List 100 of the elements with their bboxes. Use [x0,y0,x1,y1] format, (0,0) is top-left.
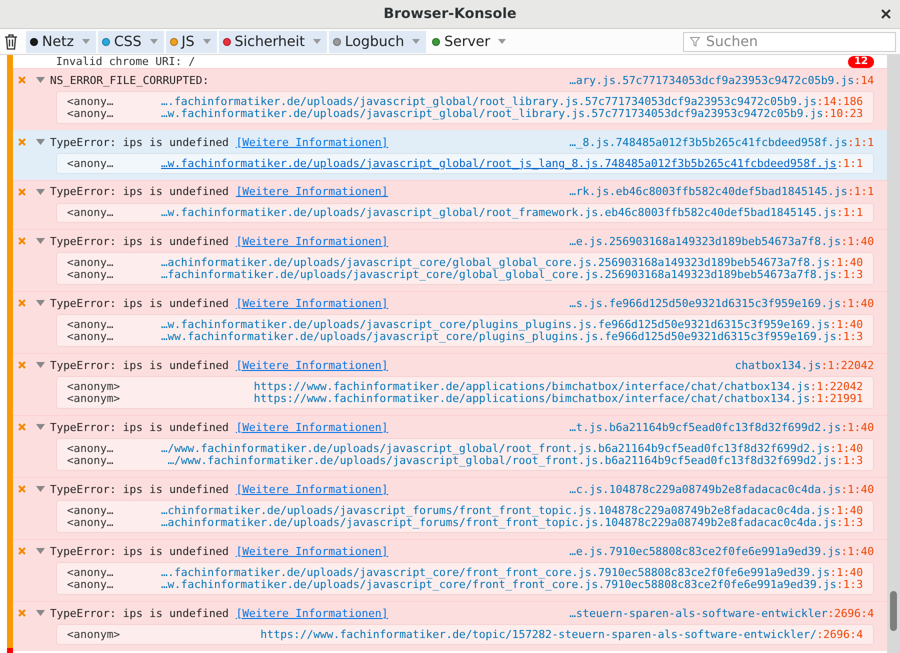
function-name: <anony… [67,516,114,530]
error-icon [18,485,26,493]
message-row[interactable] [13,539,887,601]
frame-link[interactable]: …/www.fachinformatiker.de/uploads/javascript_global/root_front.js.b6a21164b9cf5ead0fc13f8d32f699d2.js:1:3 [168,454,863,468]
error-icon [18,237,26,245]
caret-icon [82,39,90,44]
frame-link[interactable]: …achinformatiker.de/uploads/javascript_forums/front_front_topic.js.104878c229a08749b2e8fadacac0c4da.js:1:3 [160,516,863,530]
expand-arrow-icon[interactable] [36,424,45,430]
source-link[interactable]: …t.js.b6a21164b9cf5ead0fc13f8d32f699d2.js:1:40 [569,420,874,434]
filter-button[interactable]: Logbuch [328,30,426,52]
expand-arrow-icon[interactable] [36,486,45,492]
caret-icon [412,39,420,44]
frame-link[interactable]: ….fachinformatiker.de/uploads/javascript_core/front_front_core.js.7910ec58808c83ce2f0fe6e991a9ed39.js:1:40 [160,566,863,579]
message-row[interactable] [13,130,887,180]
message-row[interactable]: TypeError: ips is undefined [Weitere Informationen] …steuern-sparen-als-software-entwickler:2696:4 <anonym> https://www.fachinformatiker.de/topic/157282-steuern-sparen-als-software-entwickler/:2696:4 [13,601,887,650]
source-link[interactable]: …c.js.104878c229a08749b2e8fadacac0c4da.js:1:40 [569,482,874,496]
function-name: <anony… [67,578,114,592]
source-link[interactable]: …rk.js.eb46c8003ffb582c40def5bad1845145.js:1:1 [569,185,874,198]
filter-button[interactable]: Server [428,30,512,52]
message-row[interactable] [13,229,887,291]
more-info-link[interactable]: [Weitere Informationen] [236,420,388,434]
filter-button[interactable]: Sicherheit [218,30,327,52]
frame-link[interactable]: …ww.fachinformatiker.de/uploads/javascript_core/plugins_plugins.js.fe966d125d50e9321d6315c3f959e169.js:1:3 [160,330,863,344]
expand-arrow-icon[interactable] [36,610,45,616]
expand-arrow-icon[interactable] [36,300,45,306]
frame-link[interactable]: …chinformatiker.de/uploads/javascript_forums/front_front_topic.js.104878c229a08749b2e8fadacac0c4da.js:1:40 [160,504,863,517]
frame-link[interactable]: …fachinformatiker.de/uploads/javascript_core/global_global_core.js.256903168a149323d189beb54673a7f8.js:1:3 [160,268,863,282]
frame-link[interactable]: https://www.fachinformatiker.de/topic/157282-steuern-sparen-als-software-entwickler/:2696:4 [260,628,863,641]
message-text: TypeError: ips is undefined [50,296,229,310]
caret-icon [150,39,158,44]
function-name: <anony… [67,566,114,579]
expand-arrow-icon[interactable] [36,238,45,244]
function-name: <anony… [67,454,114,468]
function-name: <anonym> [67,380,121,393]
message-row[interactable] [13,68,887,130]
more-info-link[interactable]: [Weitere Informationen] [236,136,388,148]
source-link[interactable]: chatbox134.js:1:22042 [734,358,874,372]
function-name: <anony… [67,504,114,517]
message-row[interactable] [13,415,887,477]
message-text: TypeError: ips is undefined [50,358,229,372]
frame-link[interactable]: https://www.fachinformatiker.de/applications/bimchatbox/interface/chat/chatbox134.js:1:22042 [254,380,863,393]
message-text: TypeError: ips is undefined [50,606,229,620]
message-row[interactable] [13,180,887,229]
more-info-link[interactable]: [Weitere Informationen] [236,544,388,558]
filter-button[interactable]: JS [166,30,217,52]
filter-button[interactable]: CSS [98,30,164,52]
message-row[interactable] [13,353,887,415]
frame-link[interactable]: …/www.fachinformatiker.de/uploads/javascript_global/root_front.js.b6a21164b9cf5ead0fc13f8d32f699d2.js:1:40 [160,442,863,455]
more-info-link[interactable]: [Weitere Informationen] [236,606,388,620]
function-name: <anony… [67,318,114,331]
window-title: Browser-Konsole [383,6,517,22]
error-icon [18,361,26,369]
frame-link[interactable]: …w.fachinformatiker.de/uploads/javascript_core/front_front_core.js.7910ec58808c83ce2f0fe6e991a9ed39.js:1:3 [160,578,863,592]
scrollbar[interactable] [887,55,900,653]
expand-arrow-icon[interactable] [36,548,45,554]
caret-icon [312,39,321,44]
search-field[interactable]: Suchen [683,32,896,52]
source-link[interactable]: …steuern-sparen-als-software-entwickler:2696:4 [569,606,874,620]
frame-link[interactable]: https://www.fachinformatiker.de/applications/bimchatbox/interface/chat/chatbox134.js:1:21991 [254,392,863,406]
frame-link[interactable]: …w.fachinformatiker.de/uploads/javascript_global/root_framework.js.eb46c8003ffb582c40def5bad1845145.js:1:1 [160,206,863,220]
error-icon [18,138,26,146]
expand-arrow-icon[interactable] [36,362,45,368]
message-row[interactable] [13,291,887,353]
trash-icon[interactable] [4,34,18,50]
function-name: <anony… [67,330,114,344]
message-text: TypeError: ips is undefined [50,544,229,558]
frame-link[interactable]: …w.fachinformatiker.de/uploads/javascript_core/plugins_plugins.js.fe966d125d50e9321d6315c3f959e169.js:1:40 [160,318,863,331]
more-info-link[interactable]: [Weitere Informationen] [236,234,388,248]
frame-link[interactable]: ….fachinformatiker.de/uploads/javascript_global/root_library.js.57c771734053dcf9a23953c9472c05b9.js:14:186 [161,94,863,108]
message-row[interactable] [13,477,887,539]
source-link[interactable]: …e.js.7910ec58808c83ce2f0fe6e991a9ed39.js:1:40 [569,544,874,558]
message-text: TypeError: ips is undefined [50,136,229,148]
expand-arrow-icon[interactable] [36,188,45,194]
frame-link[interactable]: …achinformatiker.de/uploads/javascript_core/global_global_core.js.256903168a149323d189beb54673a7f8.js:1:40 [160,256,863,269]
function-name: <anony… [67,107,114,120]
function-name: <anony… [67,442,114,455]
source-link[interactable]: …e.js.256903168a149323d189beb54673a7f8.js:1:40 [569,234,874,248]
more-info-link[interactable]: [Weitere Informationen] [236,482,388,496]
frame-link[interactable]: …w.fachinformatiker.de/uploads/javascript_global/root_js_lang_8.js.748485a012f3b5b265c41fcbdeed958f.js:1:1 [160,156,863,170]
message-text: TypeError: ips is undefined [50,420,229,434]
expand-arrow-icon[interactable] [36,77,45,83]
more-info-link[interactable]: [Weitere Informationen] [236,358,388,372]
filter-button[interactable]: Netz [26,30,96,52]
function-name: <anonym> [67,628,121,641]
more-info-link[interactable]: [Weitere Informationen] [236,185,388,198]
message-text: TypeError: ips is undefined [50,185,229,198]
repeat-count: 12 [848,56,874,68]
message-text: TypeError: ips is undefined [50,482,229,496]
message-text: TypeError: ips is undefined [50,234,229,248]
more-info-link[interactable]: [Weitere Informationen] [236,296,388,310]
frame-link[interactable]: …w.fachinformatiker.de/uploads/javascript_global/root_library.js.57c771734053dcf9a23953c9472c05b9.js:10:23 [160,107,863,120]
function-name: <anony… [67,94,114,108]
error-icon [18,423,26,431]
source-link[interactable]: …ary.js.57c771734053dcf9a23953c9472c05b9.js:14 [569,74,874,86]
source-link[interactable]: …_8.js.748485a012f3b5b265c41fcbdeed958f.js:1:1 [569,136,874,148]
error-icon [18,188,26,196]
message-text: Invalid chrome URI: / [56,55,196,68]
source-link[interactable]: …s.js.fe966d125d50e9321d6315c3f959e169.js:1:40 [569,296,874,310]
function-name: <anony… [67,156,114,170]
expand-arrow-icon[interactable] [36,139,45,145]
